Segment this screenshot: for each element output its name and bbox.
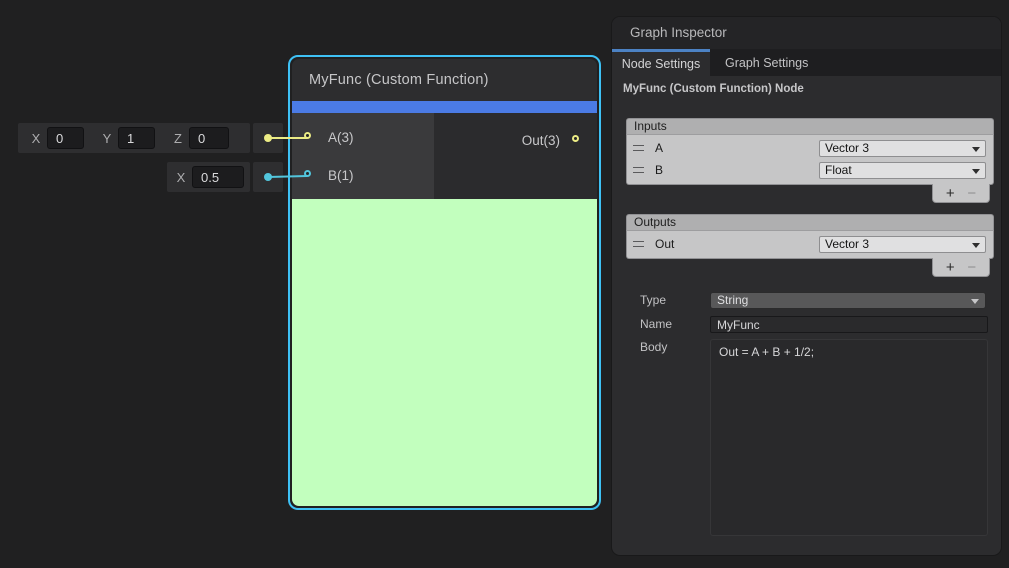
- vector3-x-field[interactable]: [47, 127, 84, 149]
- type-dropdown[interactable]: String: [710, 292, 986, 309]
- list-item[interactable]: Out Vector 3: [627, 233, 993, 255]
- node-settings-heading: MyFunc (Custom Function) Node: [623, 83, 804, 95]
- vector3-y-field[interactable]: [118, 127, 155, 149]
- output-out-type-value: Vector 3: [825, 237, 869, 251]
- output-out-name: Out: [655, 237, 674, 251]
- input-b-type-value: Float: [825, 163, 852, 177]
- drag-handle-icon[interactable]: [633, 167, 644, 173]
- vector3-z-field[interactable]: [189, 127, 229, 149]
- y-axis-label: Y: [101, 131, 113, 146]
- drag-handle-icon[interactable]: [633, 145, 644, 151]
- input-b-name: B: [655, 163, 663, 177]
- port-out-label: Out(3): [522, 133, 560, 148]
- body-label: Body: [640, 340, 667, 354]
- port-a-label: A(3): [328, 130, 354, 145]
- graph-inspector-panel: Graph Inspector Node Settings Graph Sett…: [612, 17, 1001, 555]
- outputs-list-header: Outputs: [626, 214, 994, 230]
- port-b-label: B(1): [328, 168, 354, 183]
- outputs-list: Outputs Out Vector 3: [626, 214, 994, 259]
- vector3-input-widget: X Y Z: [18, 123, 250, 153]
- node-ports-section: A(3) B(1) Out(3): [292, 113, 597, 199]
- float-x-field[interactable]: [192, 166, 244, 188]
- input-a-type-dropdown[interactable]: Vector 3: [819, 140, 986, 157]
- node-accent-bar: [292, 101, 597, 113]
- node-preview: [292, 199, 597, 506]
- input-b-type-dropdown[interactable]: Float: [819, 162, 986, 179]
- body-field[interactable]: Out = A + B + 1/2;: [710, 339, 988, 536]
- input-a-type-value: Vector 3: [825, 141, 869, 155]
- dropdown-arrow-icon: [972, 147, 980, 152]
- inspector-tabs: Node Settings Graph Settings: [612, 49, 1001, 76]
- dropdown-arrow-icon: [971, 299, 979, 304]
- add-output-button[interactable]: +: [946, 259, 955, 276]
- node-title[interactable]: MyFunc (Custom Function): [292, 59, 597, 101]
- input-a-name: A: [655, 141, 663, 155]
- inputs-list: Inputs A Vector 3 B Float: [626, 118, 994, 185]
- outputs-list-footer: + −: [932, 258, 990, 277]
- remove-output-button[interactable]: −: [967, 259, 976, 276]
- drag-handle-icon[interactable]: [633, 241, 644, 247]
- dropdown-arrow-icon: [972, 169, 980, 174]
- node-output-ports-panel: [434, 113, 597, 199]
- shader-graph-window: { "graph": { "vector3_widget": { "labels…: [0, 0, 1009, 568]
- inputs-list-header: Inputs: [626, 118, 994, 134]
- inspector-content: MyFunc (Custom Function) Node Inputs A V…: [612, 76, 1001, 555]
- remove-input-button[interactable]: −: [967, 185, 976, 202]
- node-input-ports-panel: [292, 113, 434, 199]
- float-input-widget: X: [167, 162, 250, 192]
- inspector-title: Graph Inspector: [612, 17, 1001, 49]
- list-item[interactable]: A Vector 3: [627, 137, 993, 159]
- z-axis-label: Z: [172, 131, 184, 146]
- inputs-list-footer: + −: [932, 184, 990, 203]
- list-item[interactable]: B Float: [627, 159, 993, 181]
- tab-node-settings[interactable]: Node Settings: [612, 49, 710, 76]
- inputs-list-body: A Vector 3 B Float: [626, 134, 994, 185]
- type-label: Type: [640, 293, 666, 307]
- name-label: Name: [640, 317, 672, 331]
- dropdown-arrow-icon: [972, 243, 980, 248]
- port-out-icon[interactable]: [572, 135, 579, 142]
- add-input-button[interactable]: +: [946, 185, 955, 202]
- output-out-type-dropdown[interactable]: Vector 3: [819, 236, 986, 253]
- edge-float-to-b[interactable]: [268, 176, 307, 177]
- tab-graph-settings[interactable]: Graph Settings: [710, 49, 823, 76]
- x-axis-label: X: [175, 170, 187, 185]
- name-field[interactable]: [710, 316, 988, 333]
- x-axis-label: X: [30, 131, 42, 146]
- custom-function-node[interactable]: MyFunc (Custom Function) A(3) B(1) Out(3…: [292, 59, 597, 506]
- type-value: String: [717, 293, 748, 307]
- outputs-list-body: Out Vector 3: [626, 230, 994, 259]
